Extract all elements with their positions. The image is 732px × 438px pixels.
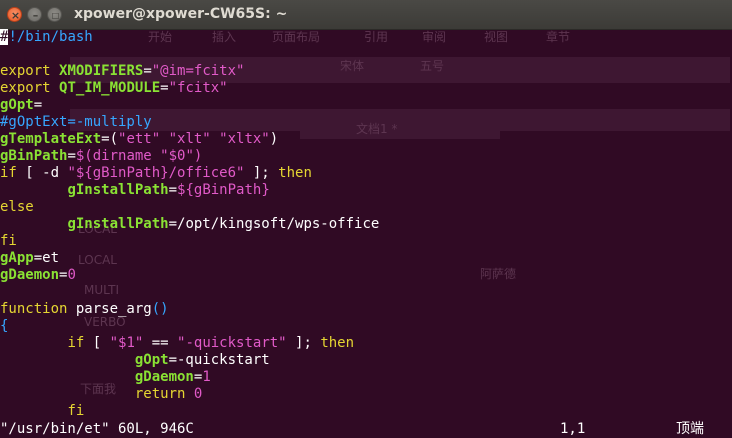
scroll-position: 顶端 — [676, 421, 704, 437]
code-token: gBinPath — [0, 148, 68, 164]
vim-status-line: "/usr/bin/et" 60L, 946C 1,1 顶端 — [0, 420, 732, 438]
code-token: = — [160, 80, 169, 96]
code-token: "$1" — [109, 335, 144, 351]
code-token: gTemplateExt — [0, 131, 102, 147]
code-token: ${gBinPath} — [177, 182, 270, 198]
window-title: xpower@xpower-CW65S: ~ — [74, 6, 288, 22]
code-token: "fcitx" — [168, 80, 228, 96]
code-token: parse_arg — [75, 301, 152, 317]
code-token: [ — [84, 335, 110, 351]
title-bar[interactable]: × – □ xpower@xpower-CW65S: ~ — [0, 0, 732, 30]
code-token: () — [151, 301, 169, 317]
code-token: gOpt — [0, 97, 34, 113]
code-token: gDaemon — [0, 267, 60, 283]
code-token: export — [0, 80, 60, 96]
code-token: if — [0, 165, 17, 181]
code-token: =-quickstart — [168, 352, 270, 368]
code-line: gInstallPath=/opt/kingsoft/wps-office — [0, 216, 379, 233]
code-line: gBinPath=$(dirname "$0") — [0, 148, 202, 165]
code-line: #gOptExt=-multiply — [0, 114, 152, 131]
code-token: return — [134, 386, 194, 402]
code-token: = — [67, 148, 76, 164]
code-line: gDaemon=0 — [0, 267, 76, 284]
code-token: 0 — [193, 386, 203, 402]
code-token: 1 — [202, 369, 211, 385]
code-token: == — [143, 335, 178, 351]
cursor-position: 1,1 — [560, 421, 586, 437]
code-token: [ -d — [16, 165, 68, 181]
code-token: = — [143, 63, 152, 79]
code-line: export QT_IM_MODULE="fcitx" — [0, 80, 228, 97]
code-token: /office6" — [168, 165, 245, 181]
minimize-icon: – — [32, 9, 39, 22]
code-line: gApp=et — [0, 250, 59, 267]
maximize-button[interactable]: □ — [47, 7, 62, 22]
close-icon: × — [10, 9, 21, 22]
code-token: "$0" — [160, 148, 194, 164]
maximize-icon: □ — [51, 11, 60, 20]
code-token: gOpt — [134, 352, 169, 368]
code-token: fi — [0, 233, 17, 249]
code-line: #!/bin/bash — [0, 29, 93, 46]
code-token: !/bin/bash — [8, 29, 93, 45]
code-token: gApp — [0, 250, 34, 266]
code-token: 0 — [67, 267, 76, 283]
code-token: =( — [101, 131, 119, 147]
code-token: gInstallPath — [67, 216, 169, 232]
code-token: ) — [193, 148, 203, 164]
code-line: if [ -d "${gBinPath}/office6" ]; then — [0, 165, 312, 182]
file-info: "/usr/bin/et" 60L, 946C — [0, 421, 194, 437]
code-line: gOpt=-quickstart — [0, 352, 270, 369]
code-token: ${gBinPath} — [75, 165, 169, 181]
minimize-button[interactable]: – — [27, 7, 42, 22]
code-token: else — [0, 199, 34, 215]
code-token: ]; — [244, 165, 279, 181]
code-token: if — [67, 335, 85, 351]
code-line: gOpt= — [0, 97, 42, 114]
code-line: function parse_arg() — [0, 301, 169, 318]
code-token: =et — [33, 250, 60, 266]
code-token: function — [0, 301, 76, 317]
code-token: = — [168, 182, 178, 198]
code-token: " — [67, 165, 76, 181]
code-token: then — [278, 165, 312, 181]
code-token: then — [320, 335, 355, 351]
code-token: $(dirname — [75, 148, 161, 164]
code-line: export XMODIFIERS="@im=fcitx" — [0, 63, 244, 80]
code-line: gInstallPath=${gBinPath} — [0, 182, 270, 199]
code-line: gDaemon=1 — [0, 369, 211, 386]
code-line: return 0 — [0, 386, 202, 403]
code-token: XMODIFIERS — [59, 63, 144, 79]
code-line: if [ "$1" == "-quickstart" ]; then — [0, 335, 354, 352]
code-token: fi — [67, 403, 85, 419]
code-token: #gOptExt=-multiply — [0, 114, 152, 130]
code-token: export — [0, 63, 60, 79]
code-token: = — [33, 97, 43, 113]
code-token: "-quickstart" — [177, 335, 287, 351]
code-token: gInstallPath — [67, 182, 169, 198]
terminal-content[interactable]: "/usr/bin/et" 60L, 946C 1,1 顶端 #!/bin/ba… — [0, 29, 732, 438]
code-token: "@im=fcitx" — [151, 63, 245, 79]
code-line: else — [0, 199, 34, 216]
code-line: fi — [0, 233, 17, 250]
code-token: ) — [269, 131, 279, 147]
code-line: { — [0, 318, 8, 335]
code-token: { — [0, 318, 9, 334]
close-button[interactable]: × — [7, 7, 22, 22]
code-token: gDaemon — [134, 369, 194, 385]
code-token: QT_IM_MODULE — [59, 80, 161, 96]
code-line: fi — [0, 403, 84, 420]
terminal-window: × – □ xpower@xpower-CW65S: ~ 开始 插入 页面布局 … — [0, 0, 732, 438]
code-token: "ett" "xlt" "xltx" — [118, 131, 270, 147]
code-line: gTemplateExt=("ett" "xlt" "xltx") — [0, 131, 278, 148]
code-token: ]; — [286, 335, 321, 351]
code-token: =/opt/kingsoft/wps-office — [168, 216, 380, 232]
